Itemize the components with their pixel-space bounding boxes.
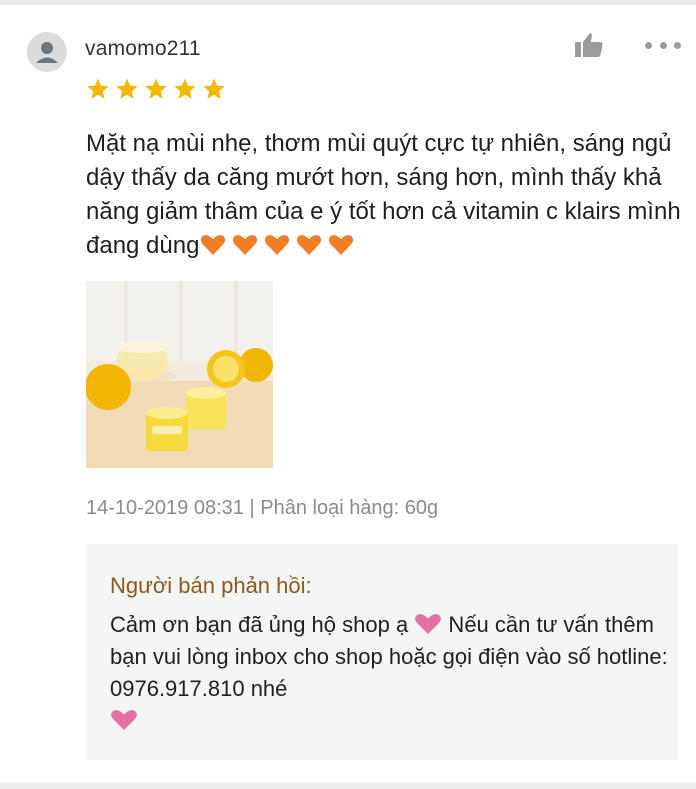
- star-icon: [174, 78, 196, 99]
- top-divider: [0, 0, 696, 5]
- review-timestamp: 14-10-2019 08:31: [86, 497, 244, 519]
- pink-heart-icon: [111, 710, 137, 730]
- reviewer-username[interactable]: vamomo211: [85, 37, 201, 61]
- orange-heart-icon: [297, 235, 322, 255]
- thumbs-up-icon[interactable]: [573, 31, 605, 59]
- review-photo[interactable]: [86, 281, 273, 468]
- review-meta: 14-10-2019 08:31 | Phân loại hàng: 60g: [86, 497, 438, 520]
- orange-heart-icon: [265, 235, 290, 255]
- star-icon: [203, 78, 225, 99]
- seller-reply-box: Người bán phản hồi: Cảm ơn bạn đã ủng hộ…: [86, 544, 678, 760]
- orange-heart-icon: [329, 235, 354, 255]
- bottom-divider: [0, 783, 696, 789]
- heart-emojis: [199, 232, 354, 259]
- review-variation: Phân loại hàng: 60g: [260, 497, 439, 519]
- review-text: Mặt nạ mùi nhẹ, thơm mùi quýt cực tự nhi…: [86, 127, 686, 263]
- orange-heart-icon: [201, 235, 226, 255]
- star-icon: [87, 78, 109, 99]
- more-dots-icon[interactable]: [645, 38, 681, 52]
- seller-reply-text: Cảm ơn bạn đã ủng hộ shop ạ Nếu cần tư v…: [110, 609, 670, 705]
- review-body: Mặt nạ mùi nhẹ, thơm mùi quýt cực tự nhi…: [86, 130, 681, 259]
- pink-heart-icon: [415, 614, 442, 634]
- user-avatar-icon[interactable]: [27, 32, 67, 72]
- meta-separator: |: [243, 497, 261, 519]
- star-rating: [86, 77, 226, 101]
- star-icon: [145, 78, 167, 99]
- seller-reply-title: Người bán phản hồi:: [110, 573, 312, 598]
- orange-heart-icon: [233, 235, 258, 255]
- star-icon: [116, 78, 138, 99]
- seller-reply-part1: Cảm ơn bạn đã ủng hộ shop ạ: [110, 612, 415, 637]
